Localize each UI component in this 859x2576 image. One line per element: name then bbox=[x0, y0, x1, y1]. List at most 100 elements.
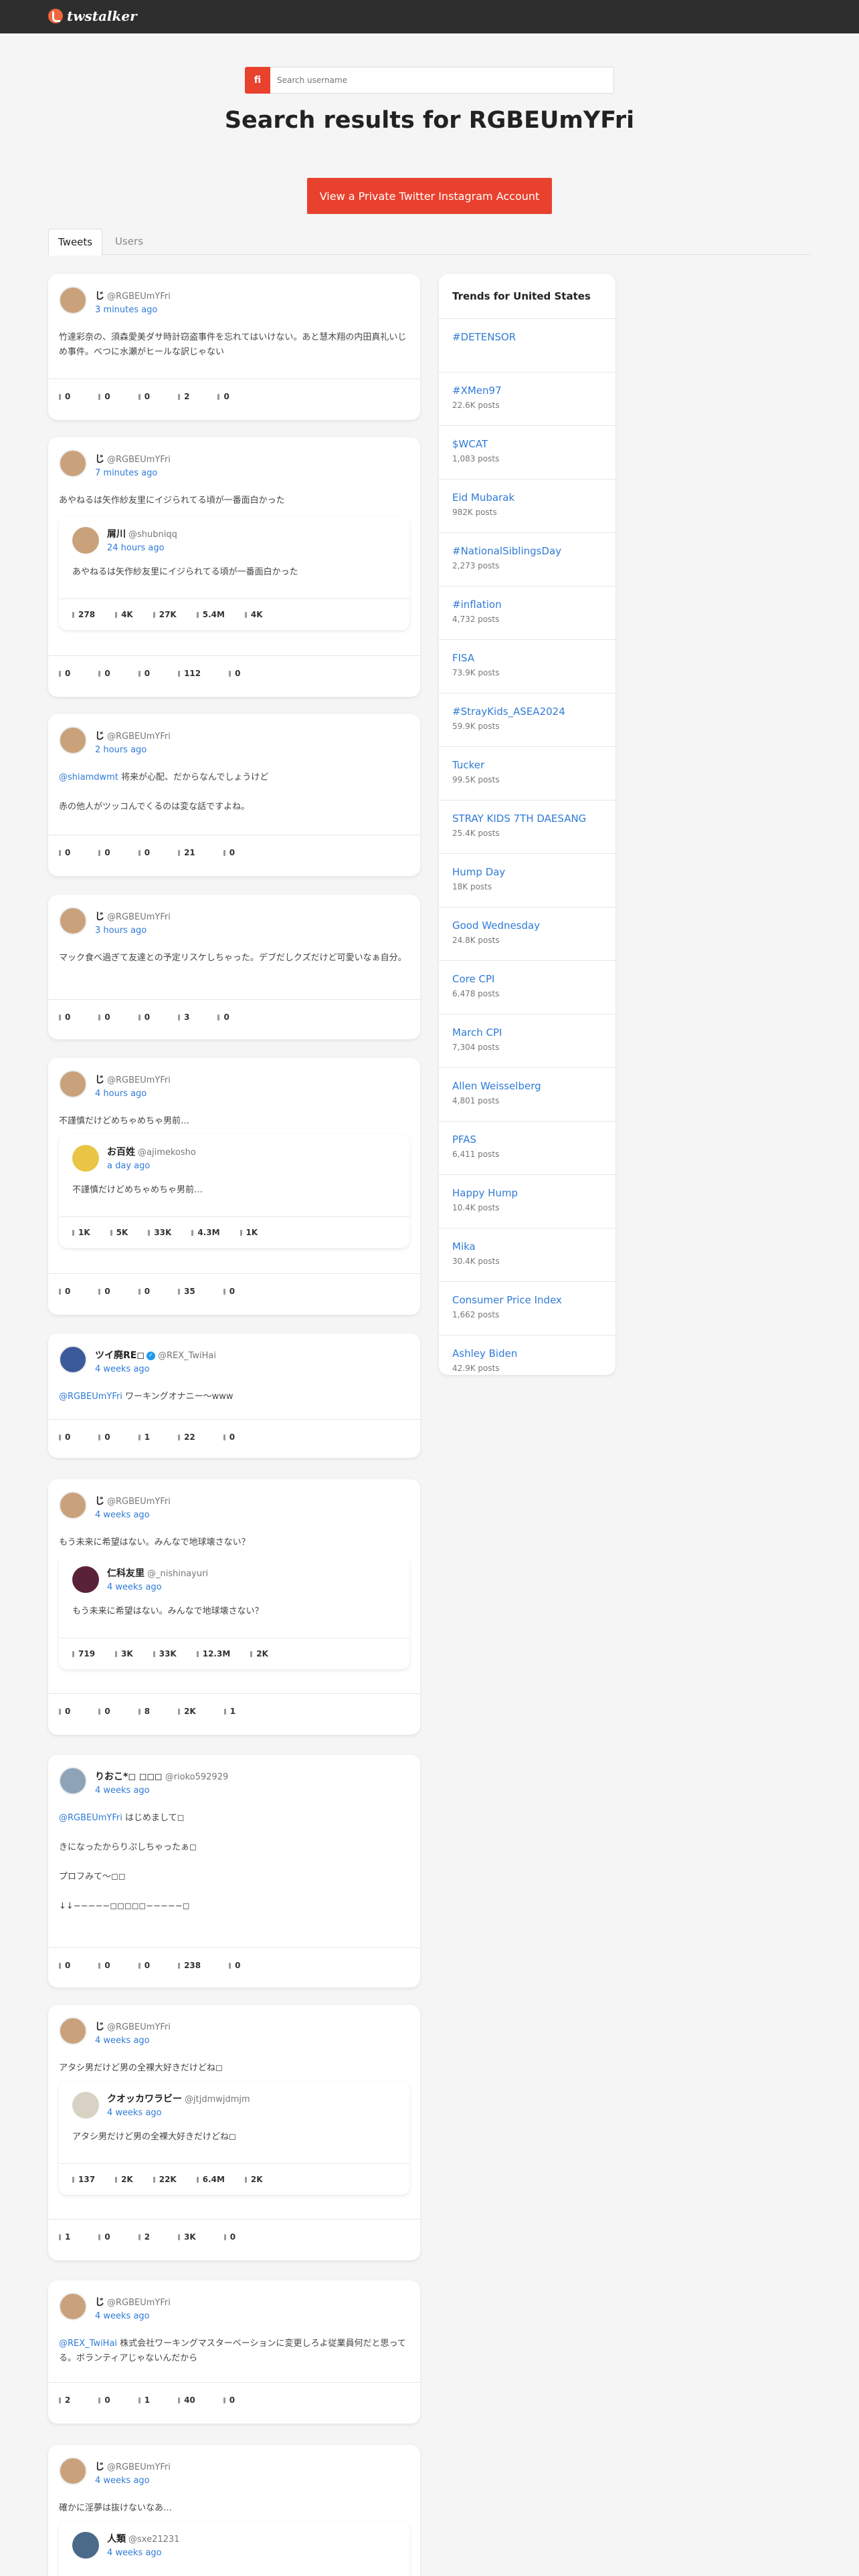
trend-item[interactable]: #DETENSOR bbox=[439, 319, 615, 372]
tweet-time[interactable]: 7 minutes ago bbox=[95, 468, 157, 478]
quoted-tweet[interactable]: 屑川 @shubniqq 24 hours ago あやねるは矢作紗友里にイジられ… bbox=[59, 516, 409, 630]
author-name[interactable]: じ bbox=[95, 2022, 104, 2032]
quote-author-name[interactable]: お百姓 bbox=[107, 1147, 135, 1158]
avatar[interactable] bbox=[59, 1767, 87, 1795]
trend-item[interactable]: Core CPI 6,478 posts bbox=[439, 961, 615, 1014]
tweet-time[interactable]: 4 hours ago bbox=[95, 1089, 147, 1099]
avatar[interactable] bbox=[59, 2017, 87, 2045]
quote-time[interactable]: 4 weeks ago bbox=[107, 1582, 162, 1592]
quote-time[interactable]: 4 weeks ago bbox=[107, 2108, 162, 2118]
author-name[interactable]: ツイ廃RE◻ bbox=[95, 1350, 145, 1361]
quote-avatar[interactable] bbox=[72, 1566, 99, 1593]
author-handle[interactable]: @rioko592929 bbox=[165, 1772, 229, 1782]
trend-item[interactable]: FISA 73.9K posts bbox=[439, 640, 615, 693]
author-handle[interactable]: @RGBEUmYFri bbox=[107, 2462, 171, 2472]
view-stat[interactable]: 2 bbox=[178, 392, 189, 401]
tweet-time[interactable]: 4 weeks ago bbox=[95, 2311, 150, 2321]
tweet-time[interactable]: 4 weeks ago bbox=[95, 2476, 150, 2486]
author-name[interactable]: じ bbox=[95, 2297, 104, 2308]
search-input[interactable] bbox=[270, 67, 614, 94]
tweet-time[interactable]: 2 hours ago bbox=[95, 745, 147, 755]
trend-item[interactable]: $WCAT 1,083 posts bbox=[439, 426, 615, 479]
trend-item[interactable]: Hump Day 18K posts bbox=[439, 854, 615, 907]
mention-link[interactable]: @REX_TwiHai bbox=[59, 2339, 117, 2349]
trend-item[interactable]: Good Wednesday 24.8K posts bbox=[439, 907, 615, 961]
trend-item[interactable]: Mika 30.4K posts bbox=[439, 1228, 615, 1282]
author-handle[interactable]: @RGBEUmYFri bbox=[107, 455, 171, 465]
author-name[interactable]: じ bbox=[95, 2462, 104, 2472]
quote-avatar[interactable] bbox=[72, 1145, 99, 1172]
avatar[interactable] bbox=[59, 2292, 87, 2321]
author-handle[interactable]: @RGBEUmYFri bbox=[107, 1497, 171, 1507]
tweet-time[interactable]: 4 weeks ago bbox=[95, 1786, 150, 1796]
quote-avatar[interactable] bbox=[72, 527, 99, 554]
avatar[interactable] bbox=[59, 2457, 87, 2485]
tweet-time[interactable]: 4 weeks ago bbox=[95, 1364, 150, 1374]
avatar[interactable] bbox=[59, 726, 87, 754]
trend-item[interactable]: #XMen97 22.6K posts bbox=[439, 372, 615, 426]
like-stat[interactable]: 0 bbox=[138, 392, 150, 401]
trend-item[interactable]: #NationalSiblingsDay 2,273 posts bbox=[439, 533, 615, 586]
avatar[interactable] bbox=[59, 907, 87, 935]
tweet-time[interactable]: 3 hours ago bbox=[95, 926, 147, 936]
mention-link[interactable]: @RGBEUmYFri bbox=[59, 1392, 122, 1402]
trend-item[interactable]: Consumer Price Index 1,662 posts bbox=[439, 1282, 615, 1335]
trend-item[interactable]: March CPI 7,304 posts bbox=[439, 1014, 615, 1068]
reply-stat[interactable]: 0 bbox=[59, 392, 70, 401]
private-account-button[interactable]: View a Private Twitter Instagram Account bbox=[307, 178, 552, 214]
quote-author-handle[interactable]: @_nishinayuri bbox=[147, 1569, 208, 1579]
avatar[interactable] bbox=[59, 449, 87, 477]
author-handle[interactable]: @RGBEUmYFri bbox=[107, 1075, 171, 1085]
mention-link[interactable]: @shiamdwmt bbox=[59, 772, 118, 782]
author-handle[interactable]: @RGBEUmYFri bbox=[107, 292, 171, 302]
quote-author-handle[interactable]: @shubniqq bbox=[128, 530, 177, 540]
quote-author-name[interactable]: 屑川 bbox=[107, 529, 126, 540]
search-button[interactable]: fi bbox=[245, 67, 270, 94]
trend-item[interactable]: Ashley Biden 42.9K posts bbox=[439, 1335, 615, 1375]
quote-author-handle[interactable]: @ajimekosho bbox=[138, 1148, 196, 1158]
tab-users[interactable]: Users bbox=[106, 229, 153, 254]
trend-item[interactable]: Allen Weisselberg 4,801 posts bbox=[439, 1068, 615, 1121]
author-name[interactable]: じ bbox=[95, 911, 104, 922]
author-handle[interactable]: @RGBEUmYFri bbox=[107, 2022, 171, 2032]
author-handle[interactable]: @RGBEUmYFri bbox=[107, 2298, 171, 2308]
trend-item[interactable]: Tucker 99.5K posts bbox=[439, 747, 615, 800]
trend-item[interactable]: PFAS 6,411 posts bbox=[439, 1121, 615, 1175]
author-name[interactable]: じ bbox=[95, 731, 104, 742]
trend-item[interactable]: Happy Hump 10.4K posts bbox=[439, 1175, 615, 1228]
quote-author-name[interactable]: クオッカワラビー bbox=[107, 2094, 182, 2105]
author-name[interactable]: じ bbox=[95, 291, 104, 302]
quote-avatar[interactable] bbox=[72, 2092, 99, 2119]
logo[interactable]: twstalker bbox=[48, 8, 137, 24]
tweet-time[interactable]: 3 minutes ago bbox=[95, 305, 157, 315]
quoted-tweet[interactable]: お百姓 @ajimekosho a day ago 不謹慎だけどめちゃめちゃ男前…… bbox=[59, 1134, 409, 1248]
avatar[interactable] bbox=[59, 1070, 87, 1098]
bookmark-stat[interactable]: 0 bbox=[217, 392, 229, 401]
trend-item[interactable]: STRAY KIDS 7TH DAESANG 25.4K posts bbox=[439, 800, 615, 854]
quote-avatar[interactable] bbox=[72, 2532, 99, 2559]
quoted-tweet[interactable]: 仁科友里 @_nishinayuri 4 weeks ago もう未来に希望はない… bbox=[59, 1555, 409, 1669]
trend-item[interactable]: #inflation 4,732 posts bbox=[439, 586, 615, 640]
retweet-stat[interactable]: 0 bbox=[98, 392, 110, 401]
quote-author-handle[interactable]: @jtjdmwjdmjm bbox=[185, 2095, 250, 2105]
avatar[interactable] bbox=[59, 286, 87, 314]
tweet-time[interactable]: 4 weeks ago bbox=[95, 1510, 150, 1520]
mention-link[interactable]: @RGBEUmYFri bbox=[59, 1813, 122, 1823]
quote-author-name[interactable]: 仁科友里 bbox=[107, 1568, 145, 1579]
author-name[interactable]: じ bbox=[95, 1075, 104, 1085]
tab-tweets[interactable]: Tweets bbox=[48, 229, 103, 255]
author-name[interactable]: りおこ*◻ ◻◻◻ bbox=[95, 1772, 163, 1782]
author-name[interactable]: じ bbox=[95, 1496, 104, 1507]
avatar[interactable] bbox=[59, 1491, 87, 1519]
author-handle[interactable]: @RGBEUmYFri bbox=[107, 732, 171, 742]
quote-time[interactable]: a day ago bbox=[107, 1161, 150, 1171]
quote-author-name[interactable]: 人類 bbox=[107, 2534, 126, 2545]
trend-item[interactable]: Eid Mubarak 982K posts bbox=[439, 479, 615, 533]
author-name[interactable]: じ bbox=[95, 454, 104, 465]
avatar[interactable] bbox=[59, 1346, 87, 1374]
quoted-tweet[interactable]: 人類 @sxe21231 4 weeks ago bbox=[59, 2521, 409, 2576]
quote-time[interactable]: 24 hours ago bbox=[107, 543, 165, 553]
quote-time[interactable]: 4 weeks ago bbox=[107, 2548, 162, 2558]
quote-author-handle[interactable]: @sxe21231 bbox=[128, 2535, 179, 2545]
author-handle[interactable]: @REX_TwiHai bbox=[158, 1351, 216, 1361]
